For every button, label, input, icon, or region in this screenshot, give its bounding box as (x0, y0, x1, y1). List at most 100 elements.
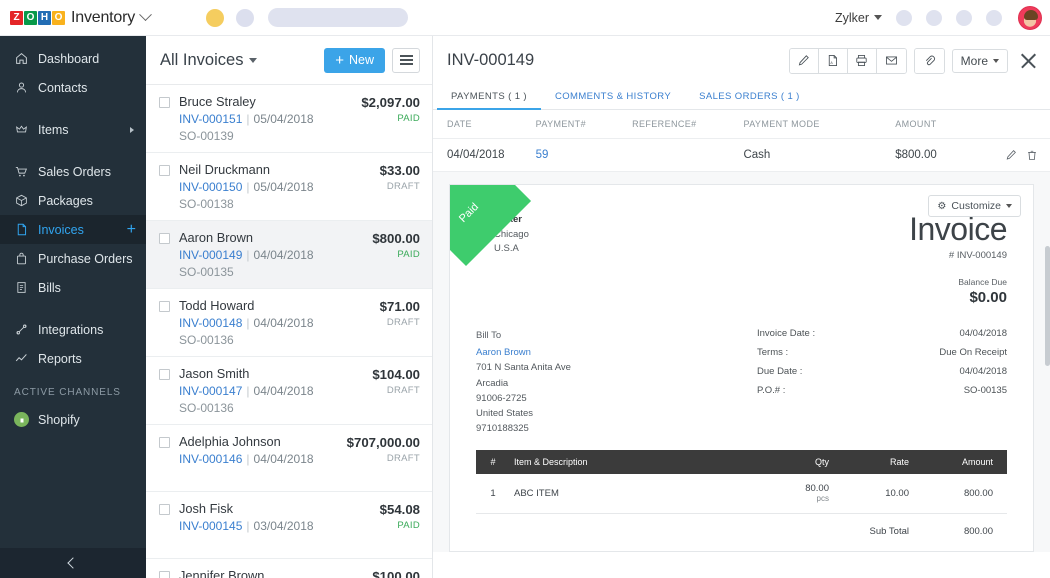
row-checkbox[interactable] (159, 97, 170, 108)
row-invoice-number[interactable]: INV-000147 (179, 384, 242, 398)
row-checkbox[interactable] (159, 437, 170, 448)
close-button[interactable] (1016, 48, 1042, 74)
row-invoice-number[interactable]: INV-000151 (179, 112, 242, 126)
sidebar-item-bills[interactable]: Bills (0, 273, 146, 302)
detail-tab[interactable]: COMMENTS & HISTORY (541, 85, 685, 110)
row-status-badge: DRAFT (372, 385, 420, 396)
invoice-list-row[interactable]: Josh FiskINV-000145|03/04/2018$54.08PAID (146, 492, 432, 559)
invoice-list-row[interactable]: Neil DruckmannINV-000150|05/04/2018SO-00… (146, 153, 432, 221)
sidebar-item-dashboard[interactable]: Dashboard (0, 44, 146, 73)
chevron-right-icon[interactable] (130, 127, 134, 133)
row-checkbox[interactable] (159, 301, 170, 312)
crown-icon (14, 123, 29, 136)
payment-mode: Cash (743, 139, 895, 172)
sidebar-item-purchase-orders[interactable]: Purchase Orders (0, 244, 146, 273)
row-right: $33.00DRAFT (380, 163, 420, 192)
add-invoice-icon[interactable]: + (127, 222, 136, 238)
print-button[interactable] (848, 49, 877, 73)
row-customer-name: Todd Howard (179, 298, 340, 313)
detail-tab[interactable]: PAYMENTS ( 1 ) (437, 85, 541, 110)
sidebar-label: Dashboard (38, 52, 99, 66)
chevron-down-icon[interactable] (139, 8, 152, 21)
row-invoice-number[interactable]: INV-000150 (179, 180, 242, 194)
subtotal-label: Sub Total (829, 526, 925, 537)
placeholder-icon-3[interactable] (956, 10, 972, 26)
sidebar-item-packages[interactable]: Packages (0, 186, 146, 215)
gear-icon: ⚙ (937, 201, 946, 212)
row-invoice-number[interactable]: INV-000145 (179, 519, 242, 533)
row-checkbox[interactable] (159, 571, 170, 578)
invoice-preview-zone: Paid ⚙ Customize Zylker Chicago U.S.A (433, 172, 1050, 552)
chevron-down-icon[interactable] (249, 58, 257, 63)
search-bar-placeholder[interactable] (268, 8, 408, 27)
row-invoice-number[interactable]: INV-000146 (179, 452, 242, 466)
row-meta: INV-000149|04/04/2018 (179, 248, 340, 262)
row-separator: | (246, 519, 249, 533)
pdf-button[interactable]: A (819, 49, 848, 73)
subtotal-row: Sub Total 800.00 (476, 526, 1007, 537)
row-customer-name: Jennifer Brown (179, 568, 340, 578)
zoho-logo[interactable]: Z O H O Inventory (10, 9, 150, 27)
svg-text:A: A (831, 61, 834, 65)
sidebar-item-contacts[interactable]: Contacts (0, 73, 146, 102)
placeholder-icon-2[interactable] (926, 10, 942, 26)
chevron-down-icon[interactable] (874, 15, 882, 20)
edit-payment-icon[interactable] (1005, 149, 1017, 161)
invoice-list-row[interactable]: Bruce StraleyINV-000151|05/04/2018SO-001… (146, 85, 432, 153)
row-checkbox[interactable] (159, 233, 170, 244)
email-icon (885, 54, 898, 67)
col-actions (991, 110, 1050, 139)
item-rate: 10.00 (845, 474, 925, 507)
sidebar: Dashboard Contacts Items Sales Orders (0, 36, 146, 578)
payment-number[interactable]: 59 (536, 139, 632, 172)
row-invoice-number[interactable]: INV-000148 (179, 316, 242, 330)
attachment-button[interactable] (915, 49, 944, 73)
sidebar-collapse-button[interactable] (0, 548, 146, 578)
delete-payment-icon[interactable] (1026, 149, 1038, 161)
detail-scrollbar-thumb[interactable] (1045, 246, 1050, 366)
row-sales-order: SO-00138 (179, 197, 340, 211)
avatar[interactable] (1018, 6, 1042, 30)
placeholder-icon-4[interactable] (986, 10, 1002, 26)
list-title[interactable]: All Invoices (160, 51, 243, 70)
row-customer-name: Neil Druckmann (179, 162, 340, 177)
row-right: $104.00DRAFT (372, 367, 420, 396)
org-switcher-label[interactable]: Zylker (835, 11, 869, 25)
logo-letter-z: Z (10, 11, 23, 25)
hamburger-line (400, 55, 413, 57)
detail-tab[interactable]: SALES ORDERS ( 1 ) (685, 85, 814, 110)
row-checkbox[interactable] (159, 165, 170, 176)
invoice-list-row[interactable]: Jason SmithINV-000147|04/04/2018SO-00136… (146, 357, 432, 425)
payments-header-row: DATE PAYMENT# REFERENCE# PAYMENT MODE AM… (433, 110, 1050, 139)
row-sales-order: SO-00139 (179, 129, 340, 143)
detail-scrollbar[interactable] (1045, 246, 1050, 546)
list-options-button[interactable] (392, 48, 420, 73)
more-button[interactable]: More (952, 49, 1008, 73)
bill-to-name[interactable]: Aaron Brown (476, 345, 571, 360)
chevron-down-icon (1006, 204, 1012, 208)
sidebar-label: Invoices (38, 223, 84, 237)
placeholder-dot-yellow (206, 9, 224, 27)
email-button[interactable] (877, 49, 906, 73)
sidebar-item-invoices[interactable]: Invoices + (0, 215, 146, 244)
sidebar-item-shopify[interactable]: Shopify (0, 405, 146, 434)
items-col-rate: Rate (845, 450, 925, 474)
invoice-list-row[interactable]: Jennifer BrownINV-000144|31/03/2018$100.… (146, 559, 432, 578)
bill-to-line2: Arcadia (476, 376, 571, 391)
payments-table-body: 04/04/2018 59 Cash $800.00 (433, 139, 1050, 172)
edit-button[interactable] (790, 49, 819, 73)
row-checkbox[interactable] (159, 369, 170, 380)
invoice-list-row[interactable]: Todd HowardINV-000148|04/04/2018SO-00136… (146, 289, 432, 357)
row-checkbox[interactable] (159, 504, 170, 515)
new-invoice-button[interactable]: + New (324, 48, 385, 73)
customize-button[interactable]: ⚙ Customize (928, 195, 1021, 217)
row-invoice-number[interactable]: INV-000149 (179, 248, 242, 262)
placeholder-icon-1[interactable] (896, 10, 912, 26)
invoice-list-row[interactable]: Aaron BrownINV-000149|04/04/2018SO-00135… (146, 221, 432, 289)
sidebar-item-items[interactable]: Items (0, 115, 146, 144)
sidebar-item-sales-orders[interactable]: Sales Orders (0, 157, 146, 186)
sidebar-item-integrations[interactable]: Integrations (0, 315, 146, 344)
sidebar-item-reports[interactable]: Reports (0, 344, 146, 373)
invoice-list-row[interactable]: Adelphia JohnsonINV-000146|04/04/2018$70… (146, 425, 432, 492)
row-meta: INV-000148|04/04/2018 (179, 316, 340, 330)
